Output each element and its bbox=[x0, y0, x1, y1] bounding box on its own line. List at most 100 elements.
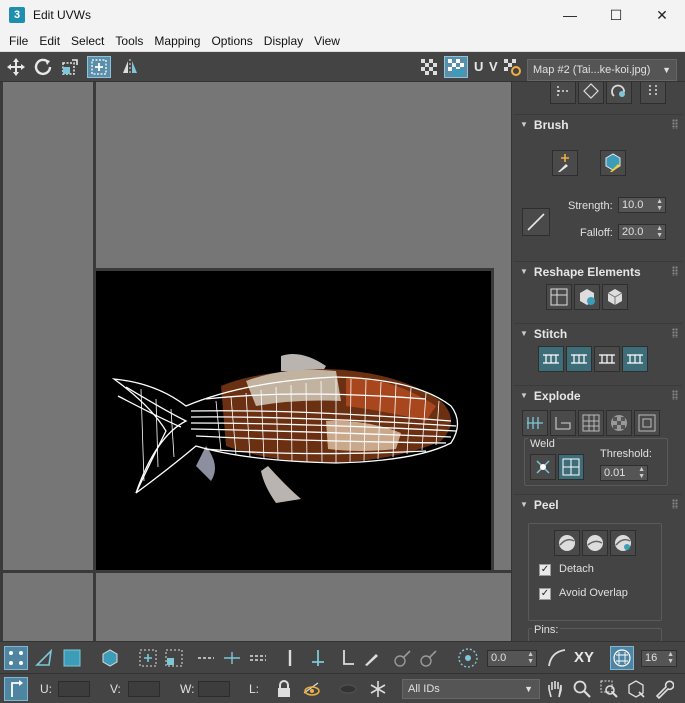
ring-select-icon[interactable] bbox=[220, 646, 244, 670]
mirror-icon[interactable] bbox=[118, 56, 142, 78]
spinner-arrows-icon[interactable]: ▲ ▼ bbox=[638, 466, 645, 480]
spinner-arrows-icon[interactable]: ▲ ▼ bbox=[667, 651, 674, 665]
rotation-spinner[interactable]: 0.0 ▲ ▼ bbox=[487, 650, 537, 667]
u-coordinate-field[interactable] bbox=[58, 681, 90, 697]
uv-options-icon[interactable] bbox=[500, 56, 524, 78]
checker-split-icon[interactable] bbox=[606, 410, 632, 436]
spinner-arrows-icon[interactable]: ▲ ▼ bbox=[527, 651, 534, 665]
paint-move-brush-icon[interactable] bbox=[552, 150, 578, 176]
detach-edge-icon[interactable] bbox=[550, 410, 576, 436]
show-map-icon[interactable] bbox=[444, 56, 468, 78]
checker-pattern-icon[interactable] bbox=[417, 56, 441, 78]
loop-select-icon[interactable] bbox=[194, 646, 218, 670]
texture-map-dropdown[interactable]: Map #2 (Tai...ke-koi.jpg) ▼ bbox=[527, 59, 677, 81]
minimize-button[interactable]: — bbox=[547, 0, 593, 30]
break-icon[interactable] bbox=[522, 410, 548, 436]
absolute-mode-icon[interactable] bbox=[4, 677, 28, 701]
hide-icon[interactable] bbox=[300, 677, 324, 701]
weld-selected-icon[interactable] bbox=[530, 454, 556, 480]
falloff-spinner[interactable]: 20.0 ▲ ▼ bbox=[618, 224, 666, 240]
point-to-point-edge-icon[interactable] bbox=[308, 646, 332, 670]
element-mode-icon[interactable] bbox=[98, 646, 122, 670]
menu-select[interactable]: Select bbox=[66, 34, 109, 48]
show-icon[interactable] bbox=[336, 677, 360, 701]
soft-selection-icon[interactable] bbox=[456, 646, 480, 670]
v-coordinate-field[interactable] bbox=[128, 681, 160, 697]
peel-rollout-header[interactable]: ▼ Peel bbox=[514, 494, 682, 514]
close-button[interactable]: ✕ bbox=[639, 0, 685, 30]
vertex-mode-icon[interactable] bbox=[4, 646, 28, 670]
relax-until-flat-icon[interactable] bbox=[574, 284, 600, 310]
material-id-dropdown[interactable]: All IDs ▼ bbox=[402, 679, 540, 699]
rotate-icon[interactable] bbox=[31, 56, 55, 78]
straighten-selection-icon[interactable] bbox=[546, 284, 572, 310]
uv-editor-viewport[interactable] bbox=[0, 82, 511, 641]
explode-rollout-header[interactable]: ▼ Explode bbox=[514, 385, 682, 405]
menu-options[interactable]: Options bbox=[206, 34, 257, 48]
stitch-to-target-icon[interactable] bbox=[566, 346, 592, 372]
tool-icon[interactable] bbox=[550, 82, 576, 104]
pan-hand-icon[interactable] bbox=[543, 677, 567, 701]
reshape-elements-rollout-header[interactable]: ▼ Reshape Elements bbox=[514, 261, 682, 281]
face-mode-icon[interactable] bbox=[60, 646, 84, 670]
freeform-mode-icon[interactable] bbox=[87, 56, 111, 78]
relax-icon[interactable] bbox=[602, 284, 628, 310]
split-icon[interactable] bbox=[578, 410, 604, 436]
flatten-icon[interactable] bbox=[634, 410, 660, 436]
menu-display[interactable]: Display bbox=[259, 34, 308, 48]
uv-toggle-button[interactable]: U V bbox=[474, 59, 499, 74]
weld-target-icon[interactable] bbox=[558, 454, 584, 480]
uv-mesh-wireframe[interactable] bbox=[96, 271, 491, 570]
move-icon[interactable] bbox=[4, 56, 28, 78]
shrink-selection-icon[interactable] bbox=[162, 646, 186, 670]
drag-grip-icon[interactable] bbox=[672, 266, 678, 276]
paint-select-icon[interactable] bbox=[360, 646, 384, 670]
edge-loop-icon[interactable] bbox=[246, 646, 270, 670]
menu-file[interactable]: File bbox=[4, 34, 33, 48]
brush-falloff-curve-icon[interactable] bbox=[522, 208, 550, 236]
xy-space-button[interactable]: XY bbox=[574, 649, 594, 666]
maximize-button[interactable]: ☐ bbox=[593, 0, 639, 30]
drag-grip-icon[interactable] bbox=[672, 328, 678, 338]
count-spinner[interactable]: 16 ▲ ▼ bbox=[641, 650, 677, 667]
lock-icon[interactable] bbox=[272, 677, 296, 701]
brush-select-icon[interactable] bbox=[390, 646, 414, 670]
zoom-extents-icon[interactable] bbox=[624, 677, 648, 701]
grid-snap-icon[interactable] bbox=[610, 646, 634, 670]
menu-view[interactable]: View bbox=[309, 34, 345, 48]
scale-icon[interactable] bbox=[58, 56, 82, 78]
drag-grip-icon[interactable] bbox=[672, 499, 678, 509]
tool-icon[interactable] bbox=[640, 82, 666, 104]
drag-grip-icon[interactable] bbox=[672, 119, 678, 129]
tools-wrench-icon[interactable] bbox=[652, 677, 676, 701]
relax-brush-icon[interactable] bbox=[600, 150, 626, 176]
grow-selection-icon[interactable] bbox=[136, 646, 160, 670]
spinner-arrows-icon[interactable]: ▲ ▼ bbox=[656, 225, 663, 239]
brush-rollout-header[interactable]: ▼ Brush bbox=[514, 114, 682, 134]
drag-grip-icon[interactable] bbox=[672, 390, 678, 400]
strength-spinner[interactable]: 10.0 ▲ ▼ bbox=[618, 197, 666, 213]
edge-mode-icon[interactable] bbox=[32, 646, 56, 670]
tool-icon[interactable] bbox=[578, 82, 604, 104]
spinner-arrows-icon[interactable]: ▲ ▼ bbox=[656, 198, 663, 212]
reset-peel-icon[interactable] bbox=[610, 530, 636, 556]
zoom-icon[interactable] bbox=[570, 677, 594, 701]
avoid-overlap-checkbox[interactable]: ✓ bbox=[539, 588, 551, 600]
stitch-to-source-icon[interactable] bbox=[622, 346, 648, 372]
quick-peel-icon[interactable] bbox=[554, 530, 580, 556]
detach-checkbox[interactable]: ✓ bbox=[539, 564, 551, 576]
pin-icon[interactable] bbox=[334, 646, 358, 670]
edge-select-icon[interactable] bbox=[278, 646, 302, 670]
peel-mode-icon[interactable] bbox=[582, 530, 608, 556]
stitch-average-icon[interactable] bbox=[594, 346, 620, 372]
freeze-icon[interactable] bbox=[366, 677, 390, 701]
w-coordinate-field[interactable] bbox=[198, 681, 230, 697]
brush-deselect-icon[interactable] bbox=[416, 646, 440, 670]
menu-mapping[interactable]: Mapping bbox=[149, 34, 205, 48]
threshold-spinner[interactable]: 0.01 ▲ ▼ bbox=[600, 465, 648, 481]
menu-tools[interactable]: Tools bbox=[110, 34, 148, 48]
stitch-custom-icon[interactable] bbox=[538, 346, 564, 372]
stitch-rollout-header[interactable]: ▼ Stitch bbox=[514, 323, 682, 343]
falloff-curve-icon[interactable] bbox=[545, 646, 569, 670]
menu-edit[interactable]: Edit bbox=[34, 34, 65, 48]
